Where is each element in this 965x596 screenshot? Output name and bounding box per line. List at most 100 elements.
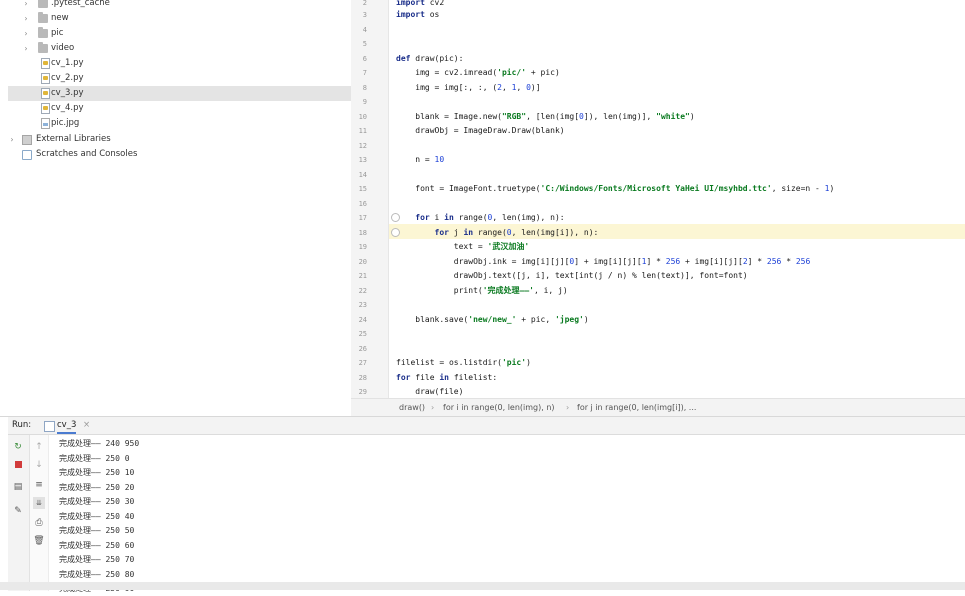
chevron-right-icon[interactable]: › bbox=[22, 11, 30, 26]
code-line[interactable]: drawObj.ink = img[i][j][0] + img[i][j][1… bbox=[396, 255, 810, 269]
tree-item-cv2[interactable]: cv_2.py bbox=[8, 71, 351, 86]
output-line: 完成处理—— 250 0 bbox=[59, 454, 130, 463]
chevron-right-icon[interactable]: › bbox=[8, 132, 16, 147]
tree-item-label: cv_1.py bbox=[51, 58, 84, 68]
tree-item-label: cv_3.py bbox=[51, 88, 84, 98]
code-line[interactable]: drawObj = ImageDraw.Draw(blank) bbox=[396, 124, 564, 138]
tree-item-label: .pytest_cache bbox=[51, 0, 110, 8]
line-number: 13 bbox=[358, 156, 367, 164]
python-file-icon bbox=[41, 73, 50, 84]
code-line[interactable]: blank.save('new/new_' + pic, 'jpeg') bbox=[396, 313, 588, 327]
tree-item-pytest-cache[interactable]: › .pytest_cache bbox=[8, 0, 351, 11]
python-run-icon bbox=[44, 421, 55, 432]
output-line: 完成处理—— 250 70 bbox=[59, 555, 135, 564]
stop-icon[interactable] bbox=[12, 459, 24, 471]
line-number: 4 bbox=[362, 26, 367, 34]
pin-icon[interactable]: ✎ bbox=[12, 505, 24, 517]
tree-item-cv3[interactable]: cv_3.py bbox=[8, 86, 351, 101]
code-line[interactable]: draw(file) bbox=[396, 385, 463, 399]
close-icon[interactable]: × bbox=[83, 417, 90, 434]
run-label: Run: bbox=[12, 420, 32, 430]
chevron-right-icon: › bbox=[566, 403, 570, 412]
arrow-down-icon[interactable]: ↓ bbox=[33, 459, 45, 471]
chevron-right-icon[interactable]: › bbox=[22, 26, 30, 41]
line-number: 3 bbox=[362, 11, 367, 19]
python-file-icon bbox=[41, 58, 50, 69]
tree-item-pic-jpg[interactable]: pic.jpg bbox=[8, 116, 351, 131]
line-number: 12 bbox=[358, 142, 367, 150]
code-line[interactable]: text = '武汉加油' bbox=[396, 240, 529, 254]
tree-item-label: pic bbox=[51, 28, 64, 38]
tree-item-cv1[interactable]: cv_1.py bbox=[8, 56, 351, 71]
line-number: 15 bbox=[358, 185, 367, 193]
output-line: 完成处理—— 250 20 bbox=[59, 483, 135, 492]
chevron-right-icon[interactable]: › bbox=[22, 0, 30, 11]
chevron-right-icon: › bbox=[431, 403, 435, 412]
line-number: 8 bbox=[362, 84, 367, 92]
code-line[interactable]: img = cv2.imread('pic/' + pic) bbox=[396, 66, 560, 80]
code-line[interactable]: print('完成处理——', i, j) bbox=[396, 284, 568, 298]
line-number: 7 bbox=[362, 69, 367, 77]
run-tab-cv3[interactable]: cv_3 bbox=[57, 417, 77, 434]
line-number: 25 bbox=[358, 330, 367, 338]
tree-item-new[interactable]: › new bbox=[8, 11, 351, 26]
tree-item-label: new bbox=[51, 13, 69, 23]
code-line[interactable]: blank = Image.new("RGB", [len(img[0]), l… bbox=[396, 110, 694, 124]
run-header: Run: cv_3 × bbox=[8, 417, 965, 435]
layout-icon[interactable]: ▤ bbox=[12, 481, 24, 493]
line-number: 23 bbox=[358, 301, 367, 309]
breadcrumb-item[interactable]: draw() bbox=[399, 399, 425, 417]
line-number: 2 bbox=[362, 0, 367, 7]
python-file-icon bbox=[41, 88, 50, 99]
code-line[interactable]: img = img[:, :, (2, 1, 0)] bbox=[396, 81, 540, 95]
breadcrumb-item[interactable]: for i in range(0, len(img), n) bbox=[443, 399, 555, 417]
code-line[interactable]: drawObj.text([j, i], text[int(j / n) % l… bbox=[396, 269, 748, 283]
line-number: 6 bbox=[362, 55, 367, 63]
code-line[interactable]: for file in filelist: bbox=[396, 371, 497, 385]
line-number: 10 bbox=[358, 113, 367, 121]
library-icon bbox=[22, 135, 32, 145]
code-line[interactable]: filelist = os.listdir('pic') bbox=[396, 356, 531, 370]
folder-icon bbox=[38, 27, 48, 38]
console-toolbar: ↑ ↓ ≡ ⇊ ⎙ 🗑 bbox=[30, 435, 49, 591]
folder-icon bbox=[38, 42, 48, 53]
line-number: 29 bbox=[358, 388, 367, 396]
tree-item-external-libraries[interactable]: › External Libraries bbox=[8, 132, 351, 147]
tree-item-label: pic.jpg bbox=[51, 118, 80, 128]
rerun-icon[interactable]: ↻ bbox=[12, 441, 24, 453]
line-number: 18 bbox=[358, 229, 367, 237]
code-line[interactable]: for j in range(0, len(img[i]), n): bbox=[396, 226, 599, 240]
python-file-icon bbox=[41, 103, 50, 114]
scratches-icon bbox=[22, 150, 32, 160]
tree-item-video[interactable]: › video bbox=[8, 41, 351, 56]
output-line: 完成处理—— 240 950 bbox=[59, 439, 140, 448]
status-bar bbox=[0, 582, 965, 590]
code-editor[interactable]: 2 3 4 5 6 7 8 9 10 11 12 13 14 15 16 17 … bbox=[351, 0, 965, 417]
breadcrumb-item[interactable]: for j in range(0, len(img[i]), ... bbox=[577, 399, 696, 417]
line-number: 19 bbox=[358, 243, 367, 251]
scroll-to-end-icon[interactable]: ⇊ bbox=[33, 497, 45, 509]
soft-wrap-icon[interactable]: ≡ bbox=[33, 479, 45, 491]
print-icon[interactable]: ⎙ bbox=[33, 517, 45, 529]
tree-item-label: cv_4.py bbox=[51, 103, 84, 113]
line-number: 21 bbox=[358, 272, 367, 280]
line-number: 5 bbox=[362, 40, 367, 48]
tree-item-pic-folder[interactable]: › pic bbox=[8, 26, 351, 41]
arrow-up-icon[interactable]: ↑ bbox=[33, 441, 45, 453]
code-line[interactable]: import os bbox=[396, 8, 439, 22]
line-number: 28 bbox=[358, 374, 367, 382]
line-number: 24 bbox=[358, 316, 367, 324]
code-line[interactable]: n = 10 bbox=[396, 153, 444, 167]
tree-item-scratches[interactable]: Scratches and Consoles bbox=[8, 147, 351, 162]
code-line[interactable]: font = ImageFont.truetype('C:/Windows/Fo… bbox=[396, 182, 834, 196]
line-number: 27 bbox=[358, 359, 367, 367]
line-number: 20 bbox=[358, 258, 367, 266]
code-line[interactable]: for i in range(0, len(img), n): bbox=[396, 211, 564, 225]
tree-item-label: video bbox=[51, 43, 75, 53]
line-number: 16 bbox=[358, 200, 367, 208]
tree-item-cv4[interactable]: cv_4.py bbox=[8, 101, 351, 116]
line-number: 17 bbox=[358, 214, 367, 222]
code-line[interactable]: def draw(pic): bbox=[396, 52, 463, 66]
trash-icon[interactable]: 🗑 bbox=[33, 535, 45, 547]
chevron-right-icon[interactable]: › bbox=[22, 41, 30, 56]
